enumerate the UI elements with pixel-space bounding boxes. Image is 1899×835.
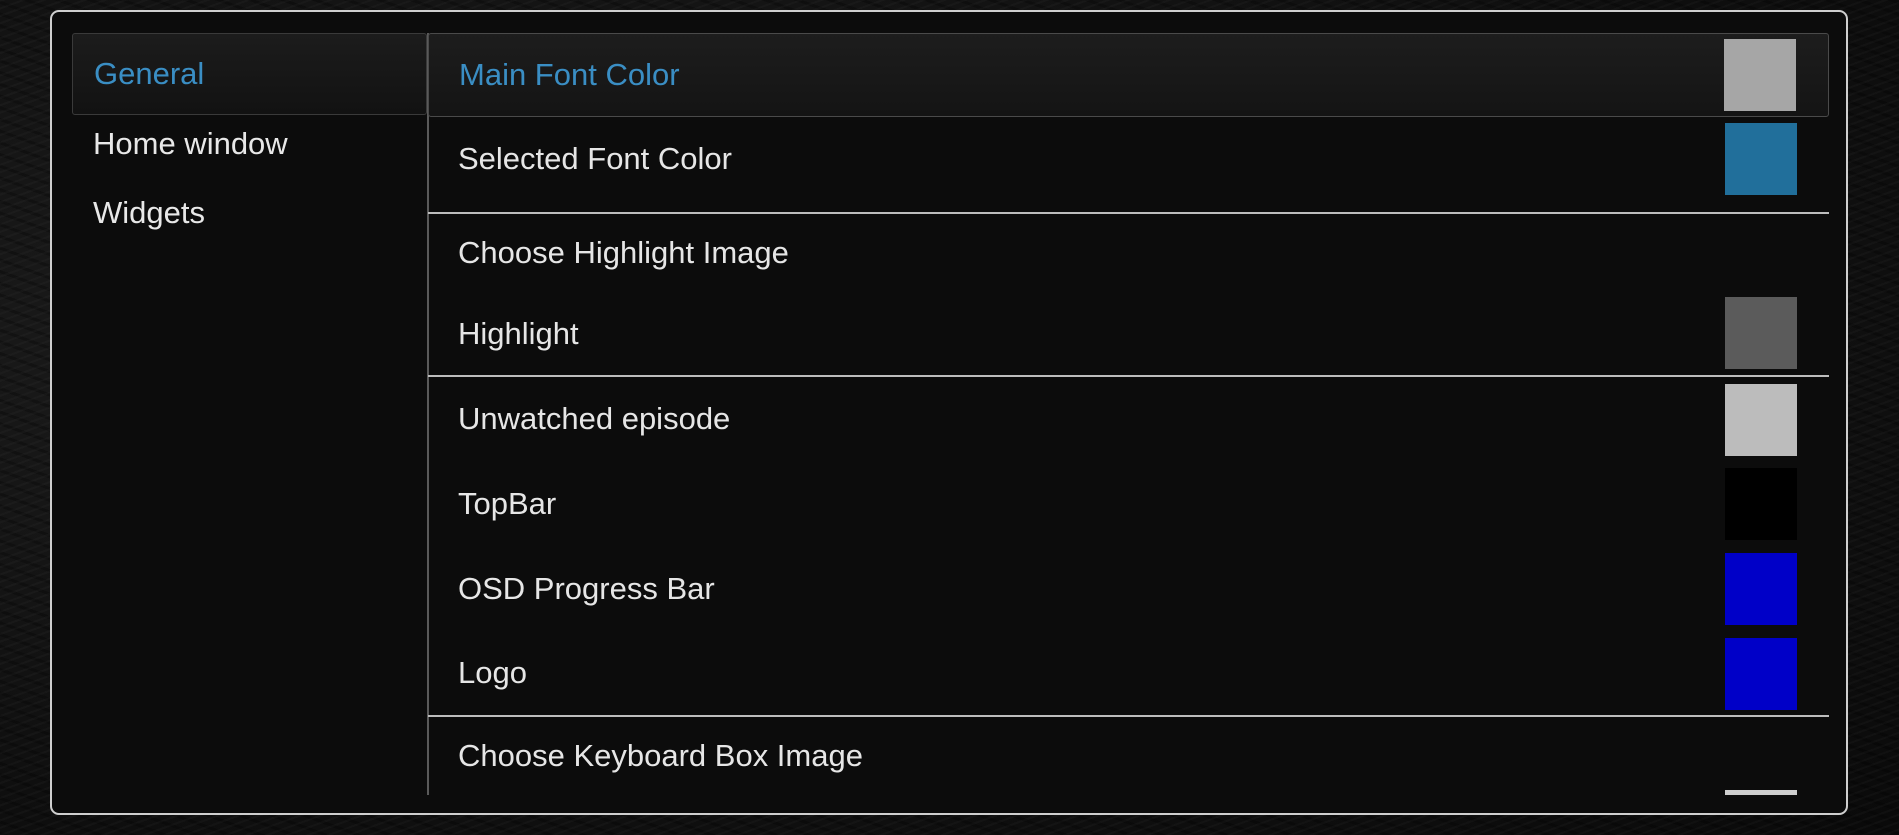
setting-label: TopBar xyxy=(458,485,557,521)
color-swatch xyxy=(1725,384,1797,456)
setting-topbar[interactable]: TopBar xyxy=(428,461,1829,546)
color-swatch xyxy=(1724,39,1796,111)
setting-label: Choose Highlight Image xyxy=(458,235,789,270)
sidebar-item-label: General xyxy=(94,56,205,91)
setting-label: OSD Progress Bar xyxy=(458,570,715,606)
setting-label: Choose Keyboard Box Image xyxy=(458,738,863,773)
sidebar-item-label: Widgets xyxy=(93,195,205,230)
sidebar-item-label: Home window xyxy=(93,126,288,161)
setting-unwatched-episode[interactable]: Unwatched episode xyxy=(428,377,1829,461)
setting-choose-keyboard-box-image[interactable]: Choose Keyboard Box Image xyxy=(428,717,1829,795)
settings-list: Main Font Color Selected Font Color Choo… xyxy=(428,33,1829,795)
color-swatch xyxy=(1725,638,1797,710)
color-swatch xyxy=(1725,297,1797,369)
setting-logo[interactable]: Logo xyxy=(428,631,1829,715)
setting-osd-progress-bar[interactable]: OSD Progress Bar xyxy=(428,546,1829,631)
setting-label: Logo xyxy=(458,655,527,690)
setting-choose-highlight-image[interactable]: Choose Highlight Image xyxy=(428,214,1829,292)
color-swatch xyxy=(1725,553,1797,625)
setting-main-font-color[interactable]: Main Font Color xyxy=(428,33,1829,117)
next-item-swatch-edge xyxy=(1725,790,1797,795)
color-swatch xyxy=(1725,123,1797,195)
sidebar-item-widgets[interactable]: Widgets xyxy=(72,172,427,254)
setting-selected-font-color[interactable]: Selected Font Color xyxy=(428,117,1829,200)
setting-label: Selected Font Color xyxy=(458,140,732,176)
color-swatch xyxy=(1725,468,1797,540)
settings-sidebar: General Home window Widgets xyxy=(72,33,427,795)
setting-label: Highlight xyxy=(458,315,579,351)
setting-highlight[interactable]: Highlight xyxy=(428,292,1829,375)
setting-label: Unwatched episode xyxy=(458,401,731,436)
settings-dialog: General Home window Widgets Main Font Co… xyxy=(50,10,1848,815)
setting-label: Main Font Color xyxy=(459,57,680,92)
